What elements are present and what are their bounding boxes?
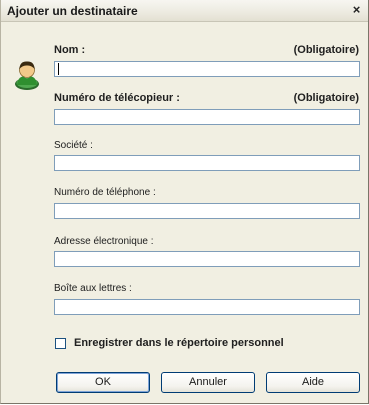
- dialog-title: Ajouter un destinataire: [7, 4, 138, 18]
- title-bar[interactable]: Ajouter un destinataire ×: [1, 0, 368, 22]
- name-label: Nom :: [54, 44, 86, 56]
- company-label: Société :: [54, 140, 93, 151]
- cancel-button[interactable]: Annuler: [161, 372, 255, 393]
- name-input[interactable]: [54, 61, 360, 77]
- fax-required-note: (Obligatoire): [293, 92, 359, 104]
- mailbox-label: Boîte aux lettres :: [54, 283, 132, 294]
- company-input[interactable]: [54, 155, 360, 171]
- ok-button[interactable]: OK: [56, 372, 150, 393]
- mailbox-input[interactable]: [54, 299, 360, 315]
- help-button[interactable]: Aide: [266, 372, 360, 393]
- fax-label: Numéro de télécopieur :: [54, 92, 180, 104]
- add-recipient-dialog: Ajouter un destinataire × Nom : (Obligat…: [0, 0, 369, 404]
- save-to-personal-label[interactable]: Enregistrer dans le répertoire personnel: [74, 337, 284, 349]
- phone-input[interactable]: [54, 203, 360, 219]
- close-icon[interactable]: ×: [349, 3, 364, 17]
- name-required-note: (Obligatoire): [293, 44, 359, 56]
- phone-label: Numéro de téléphone :: [54, 187, 156, 198]
- person-icon: [15, 61, 39, 90]
- email-label: Adresse électronique :: [54, 236, 154, 247]
- email-input[interactable]: [54, 251, 360, 267]
- fax-input[interactable]: [54, 109, 360, 125]
- save-to-personal-checkbox[interactable]: [55, 338, 66, 349]
- text-caret: [58, 63, 59, 75]
